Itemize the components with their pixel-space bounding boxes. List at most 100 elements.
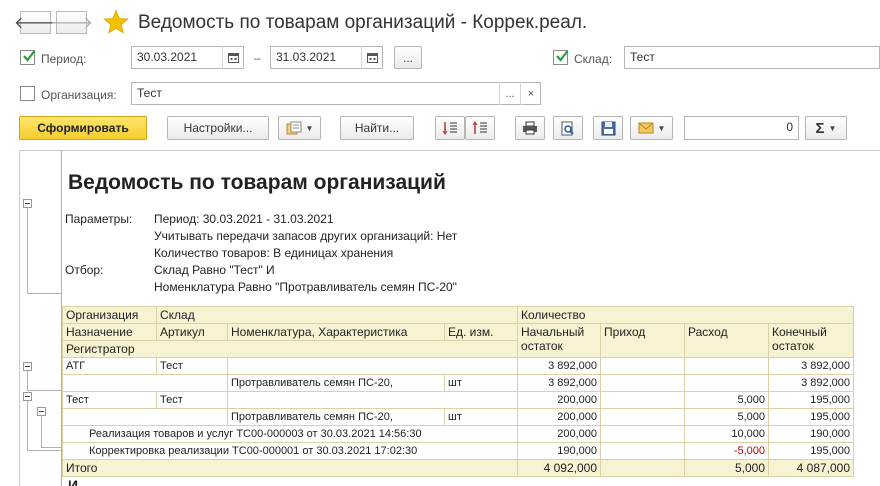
cell-end: 195,000 — [768, 408, 855, 426]
cell-end: 190,000 — [768, 425, 855, 443]
chevron-down-icon: ▼ — [305, 123, 314, 133]
period-dash: – — [254, 51, 261, 65]
cell-nomenclature: Протравливатель семян ПС-20, — [227, 408, 445, 426]
total-expense: 5,000 — [684, 459, 770, 477]
col-header-unit: Ед. изм. — [443, 323, 519, 341]
cell-expense — [684, 374, 770, 392]
warehouse-value: Тест — [630, 50, 655, 64]
back-button[interactable]: 🡐 — [14, 11, 57, 34]
collapse-subgroup-icon[interactable] — [37, 407, 46, 416]
filter-line: Склад Равно "Тест" И — [154, 263, 275, 277]
period-to-value: 31.03.2021 — [276, 50, 337, 64]
calendar-icon — [367, 53, 378, 63]
group-line — [41, 413, 42, 447]
settings-button[interactable]: Настройки... — [167, 116, 269, 140]
sort-descending-button[interactable] — [465, 116, 495, 140]
table-row[interactable]: Тест Тест 200,000 5,000 195,000 — [62, 391, 855, 409]
cell-expense: -5,000 — [684, 442, 770, 460]
collapse-group-atg-icon[interactable] — [23, 362, 32, 371]
period-from-value: 30.03.2021 — [137, 50, 198, 64]
organization-input[interactable]: Тест — [131, 82, 541, 105]
organization-value: Тест — [137, 86, 162, 100]
total-label: Итого — [61, 459, 519, 477]
generate-button[interactable]: Сформировать — [19, 116, 147, 140]
cell-unit: шт — [443, 408, 519, 426]
col-header-purpose: Назначение — [62, 323, 157, 341]
sort-desc-icon — [472, 121, 487, 134]
organization-clear-button[interactable]: × — [520, 82, 541, 105]
group-line — [27, 293, 62, 294]
col-header-end: Конечный остаток — [768, 323, 855, 358]
collapse-header-group-icon[interactable] — [23, 199, 32, 208]
cell-org: Тест — [62, 391, 157, 409]
report-table: Организация Склад Количество Назначение … — [61, 306, 855, 477]
sigma-icon: Σ — [815, 119, 825, 137]
table-total-row: Итого 4 092,000 5,000 4 087,000 — [61, 459, 855, 477]
total-income — [600, 459, 686, 477]
cell-warehouse: Тест — [156, 357, 228, 375]
cell-income — [600, 391, 686, 409]
preview-button[interactable] — [553, 116, 583, 140]
period-to-calendar-button[interactable] — [361, 46, 383, 69]
table-header-row: Назначение Артикул Номенклатура, Характе… — [62, 323, 855, 358]
cell-start: 3 892,000 — [517, 374, 602, 392]
report-document: Ведомость по товарам организаций Парамет… — [19, 150, 880, 486]
save-button[interactable] — [593, 116, 623, 140]
table-row[interactable]: Протравливатель семян ПС-20, шт 200,000 … — [62, 408, 855, 426]
print-preview-icon — [561, 121, 574, 135]
chevron-down-icon: ▼ — [828, 123, 837, 133]
cell-registrar[interactable]: Корректировка реализации ТС00-000001 от … — [61, 442, 519, 460]
warehouse-input[interactable]: Тест — [624, 46, 880, 69]
send-email-button[interactable]: ▼ — [630, 116, 673, 140]
cell-start: 190,000 — [517, 442, 602, 460]
cell-income — [600, 374, 686, 392]
cell-start: 200,000 — [517, 425, 602, 443]
sum-value: 0 — [786, 120, 793, 134]
forward-button[interactable]: 🡒 — [50, 11, 93, 34]
sum-mode-button[interactable]: Σ ▼ — [805, 116, 847, 140]
sort-asc-icon — [442, 122, 457, 135]
period-checkbox[interactable] — [20, 50, 36, 65]
table-row[interactable]: Реализация товаров и услуг ТС00-000003 о… — [61, 425, 855, 443]
period-select-button[interactable]: ... — [394, 46, 422, 69]
cell-empty — [226, 391, 519, 409]
col-header-income: Приход — [600, 323, 686, 358]
save-disk-icon — [601, 121, 615, 135]
period-from-calendar-button[interactable] — [222, 46, 244, 69]
warehouse-checkbox[interactable] — [553, 50, 569, 65]
group-line — [27, 396, 28, 450]
group-line — [27, 207, 28, 293]
cell-end: 3 892,000 — [768, 357, 855, 375]
group-line — [27, 390, 62, 391]
table-row[interactable]: Протравливатель семян ПС-20, шт 3 892,00… — [62, 374, 855, 392]
cell-registrar[interactable]: Реализация товаров и услуг ТС00-000003 о… — [61, 425, 519, 443]
params-line: Учитывать передачи запасов других органи… — [154, 229, 458, 243]
checkmark-icon — [556, 50, 569, 62]
envelope-icon — [638, 122, 654, 134]
printer-icon — [523, 121, 537, 135]
group-line — [27, 450, 62, 451]
organization-select-button[interactable]: ... — [499, 82, 520, 105]
calendar-icon — [228, 53, 239, 63]
cell-expense — [684, 357, 770, 375]
params-line: Период: 30.03.2021 - 31.03.2021 — [154, 212, 334, 226]
find-button[interactable]: Найти... — [340, 116, 414, 140]
organization-checkbox[interactable] — [20, 86, 35, 101]
collapse-group-test-icon[interactable] — [23, 392, 32, 401]
group-line — [27, 370, 28, 390]
favorite-star-icon[interactable] — [103, 9, 129, 35]
group-line — [41, 447, 62, 448]
table-header-row: Организация Склад Количество — [62, 306, 855, 324]
variants-menu-button[interactable]: ▼ — [278, 116, 321, 140]
col-header-registrar: Регистратор — [61, 340, 519, 358]
sort-ascending-button[interactable] — [435, 116, 465, 140]
col-header-nomenclature: Номенклатура, Характеристика — [227, 323, 445, 341]
table-row[interactable]: Корректировка реализации ТС00-000001 от … — [61, 442, 855, 460]
col-header-expense: Расход — [684, 323, 770, 358]
print-button[interactable] — [515, 116, 545, 140]
arrow-right-icon: 🡒 — [50, 15, 93, 32]
window-title: Ведомость по товарам организаций - Корре… — [138, 12, 588, 33]
cell-end: 195,000 — [768, 391, 855, 409]
cell-empty — [62, 408, 228, 426]
table-row[interactable]: АТГ Тест 3 892,000 3 892,000 — [62, 357, 855, 375]
